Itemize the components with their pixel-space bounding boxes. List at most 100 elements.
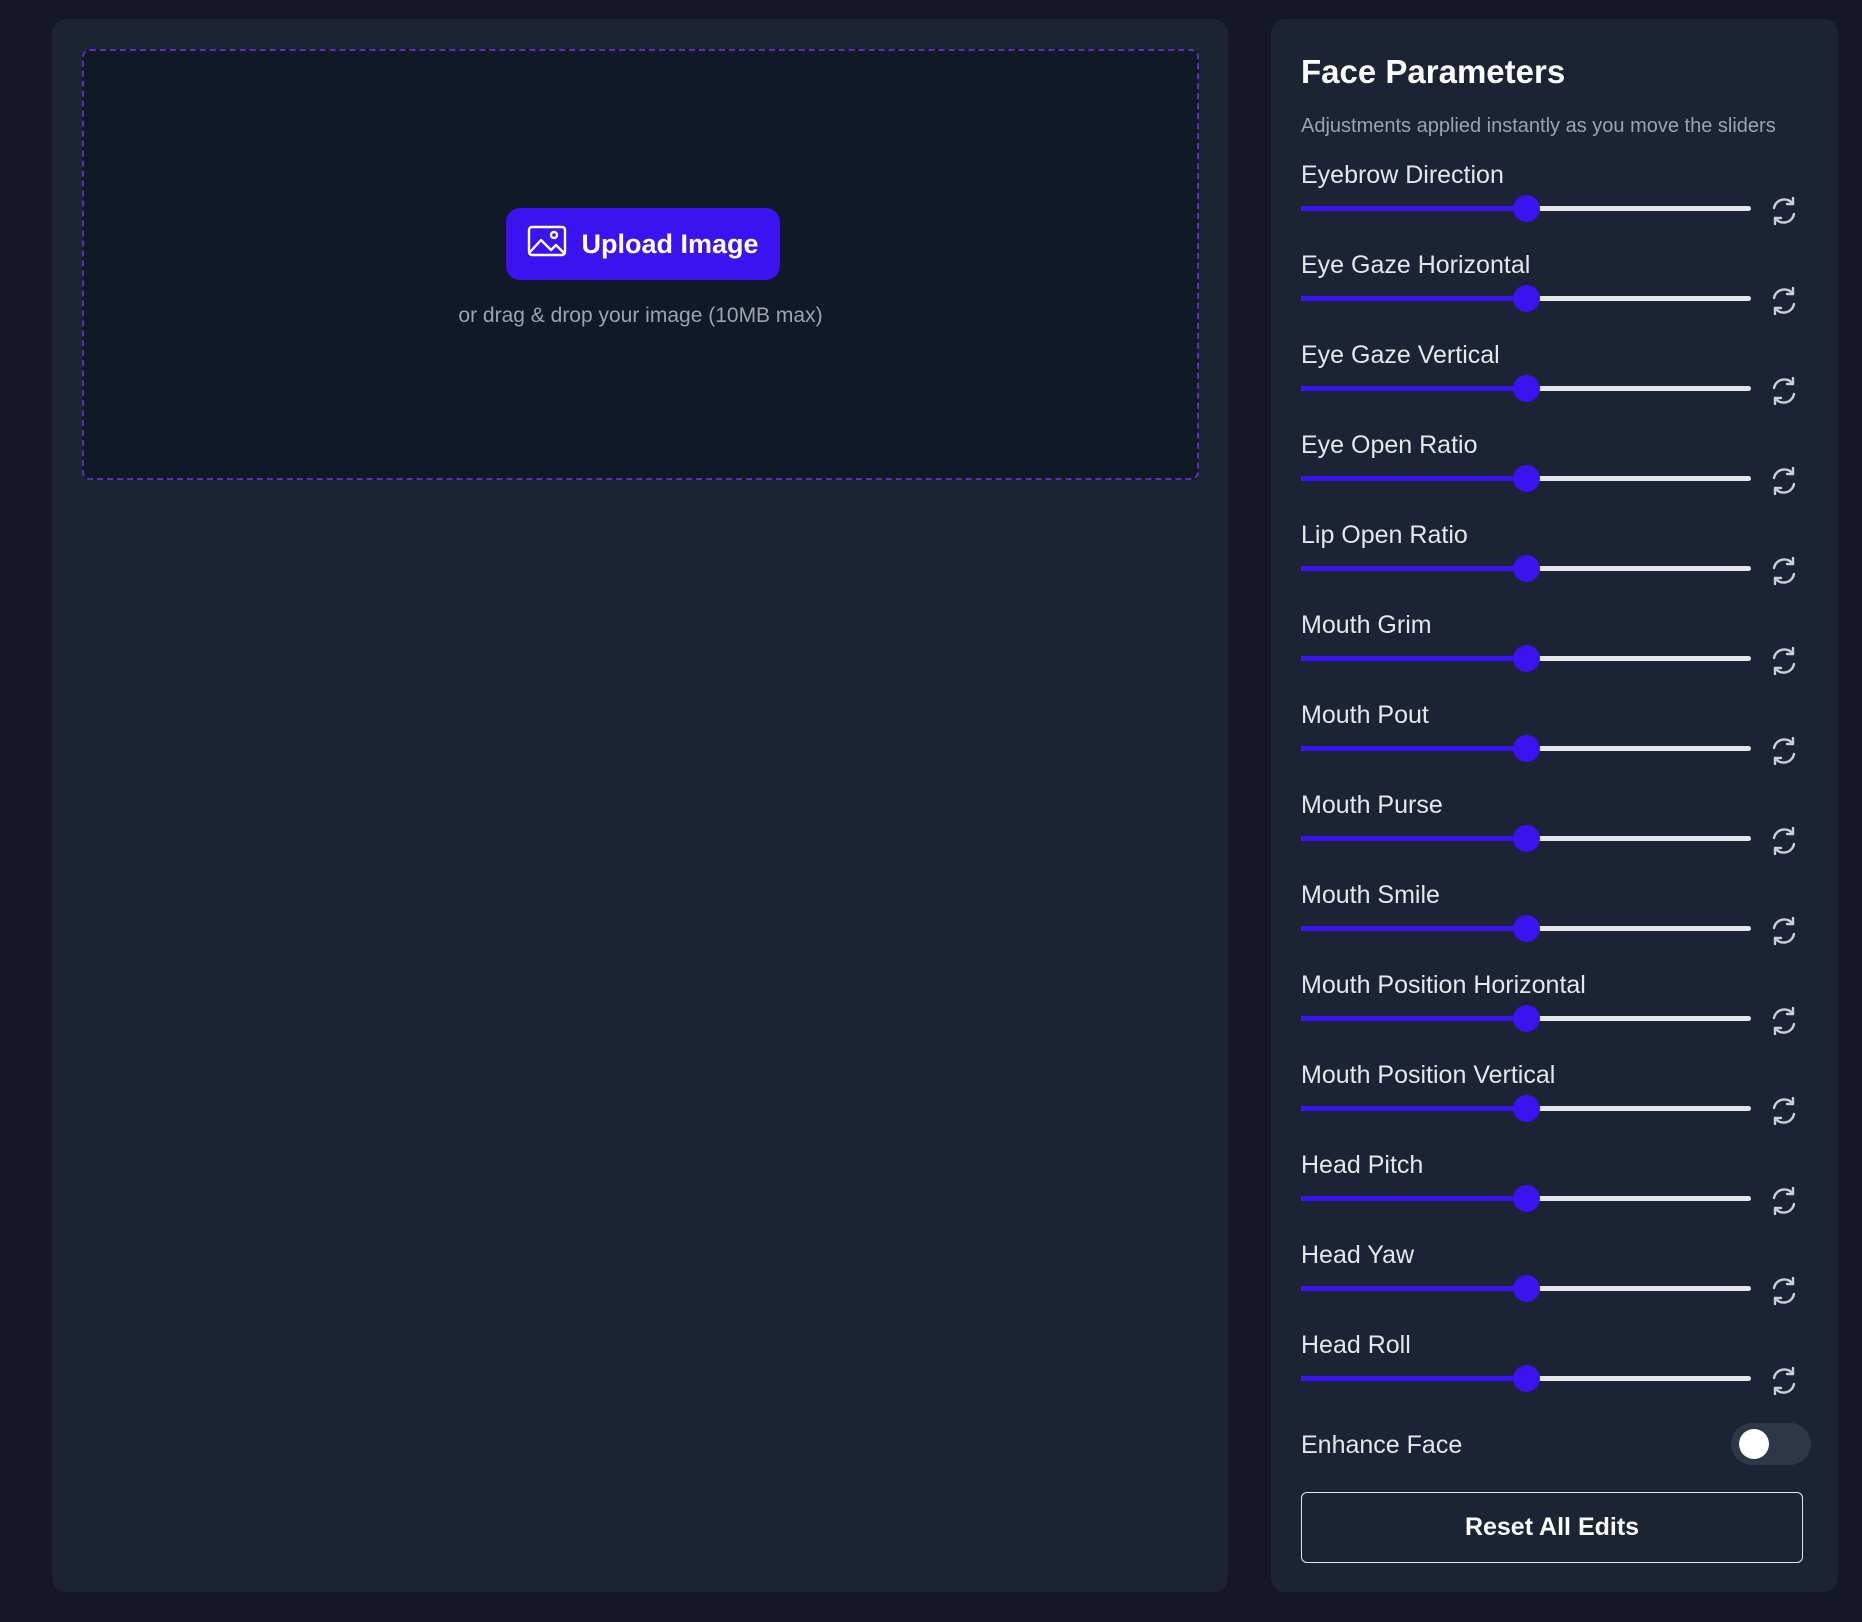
refresh-icon[interactable] <box>1768 1005 1800 1037</box>
param-row: Eye Gaze Vertical <box>1301 341 1811 431</box>
slider-fill <box>1301 836 1526 841</box>
param-row: Lip Open Ratio <box>1301 521 1811 611</box>
param-slider[interactable] <box>1301 735 1751 762</box>
slider-thumb[interactable] <box>1513 1365 1540 1392</box>
slider-thumb[interactable] <box>1513 375 1540 402</box>
slider-thumb[interactable] <box>1513 195 1540 222</box>
refresh-icon[interactable] <box>1768 915 1800 947</box>
slider-fill <box>1301 476 1526 481</box>
param-slider[interactable] <box>1301 465 1751 492</box>
refresh-icon[interactable] <box>1768 735 1800 767</box>
param-row: Mouth Position Vertical <box>1301 1061 1811 1151</box>
toggle-knob <box>1739 1429 1769 1459</box>
param-slider[interactable] <box>1301 1275 1751 1302</box>
param-row: Eye Gaze Horizontal <box>1301 251 1811 341</box>
image-dropzone[interactable]: Upload Image or drag & drop your image (… <box>82 49 1199 480</box>
param-row: Mouth Position Horizontal <box>1301 971 1811 1061</box>
param-slider[interactable] <box>1301 195 1751 222</box>
upload-image-button[interactable]: Upload Image <box>506 208 780 280</box>
refresh-icon[interactable] <box>1768 825 1800 857</box>
refresh-icon[interactable] <box>1768 1185 1800 1217</box>
param-label: Eye Open Ratio <box>1301 431 1478 459</box>
slider-fill <box>1301 296 1526 301</box>
param-label: Head Yaw <box>1301 1241 1415 1269</box>
param-label: Head Pitch <box>1301 1151 1424 1179</box>
slider-thumb[interactable] <box>1513 1005 1540 1032</box>
slider-thumb[interactable] <box>1513 1275 1540 1302</box>
enhance-face-row: Enhance Face <box>1301 1423 1811 1467</box>
image-icon <box>527 225 567 264</box>
slider-fill <box>1301 1106 1526 1111</box>
slider-fill <box>1301 1286 1526 1291</box>
param-slider[interactable] <box>1301 825 1751 852</box>
refresh-icon[interactable] <box>1768 465 1800 497</box>
param-slider[interactable] <box>1301 1005 1751 1032</box>
enhance-face-label: Enhance Face <box>1301 1431 1463 1459</box>
refresh-icon[interactable] <box>1768 645 1800 677</box>
param-row: Eye Open Ratio <box>1301 431 1811 521</box>
param-slider[interactable] <box>1301 375 1751 402</box>
param-label: Eye Gaze Horizontal <box>1301 251 1531 279</box>
slider-fill <box>1301 1376 1526 1381</box>
refresh-icon[interactable] <box>1768 375 1800 407</box>
param-label: Head Roll <box>1301 1331 1411 1359</box>
refresh-icon[interactable] <box>1768 1275 1800 1307</box>
refresh-icon[interactable] <box>1768 195 1800 227</box>
param-slider[interactable] <box>1301 1365 1751 1392</box>
param-row: Mouth Pout <box>1301 701 1811 791</box>
param-label: Eye Gaze Vertical <box>1301 341 1500 369</box>
slider-thumb[interactable] <box>1513 1095 1540 1122</box>
slider-fill <box>1301 746 1526 751</box>
param-row: Mouth Purse <box>1301 791 1811 881</box>
refresh-icon[interactable] <box>1768 285 1800 317</box>
param-label: Mouth Grim <box>1301 611 1432 639</box>
param-label: Mouth Pout <box>1301 701 1429 729</box>
enhance-face-toggle[interactable] <box>1731 1423 1811 1465</box>
slider-fill <box>1301 926 1526 931</box>
reset-all-edits-button[interactable]: Reset All Edits <box>1301 1492 1803 1563</box>
slider-thumb[interactable] <box>1513 465 1540 492</box>
slider-thumb[interactable] <box>1513 1185 1540 1212</box>
param-label: Eyebrow Direction <box>1301 161 1504 189</box>
parameter-list: Eyebrow Direction Eye Gaze Horizontal Eye … <box>1301 161 1811 1421</box>
param-row: Mouth Grim <box>1301 611 1811 701</box>
refresh-icon[interactable] <box>1768 1095 1800 1127</box>
param-slider[interactable] <box>1301 1185 1751 1212</box>
param-label: Mouth Smile <box>1301 881 1440 909</box>
param-row: Head Yaw <box>1301 1241 1811 1331</box>
slider-fill <box>1301 1016 1526 1021</box>
param-label: Mouth Position Vertical <box>1301 1061 1556 1089</box>
slider-thumb[interactable] <box>1513 915 1540 942</box>
param-label: Mouth Position Horizontal <box>1301 971 1586 999</box>
panel-subtitle: Adjustments applied instantly as you mov… <box>1301 115 1776 137</box>
refresh-icon[interactable] <box>1768 555 1800 587</box>
refresh-icon[interactable] <box>1768 1365 1800 1397</box>
slider-fill <box>1301 656 1526 661</box>
param-slider[interactable] <box>1301 285 1751 312</box>
app-page: Upload Image or drag & drop your image (… <box>0 0 1862 1622</box>
slider-fill <box>1301 1196 1526 1201</box>
param-row: Head Pitch <box>1301 1151 1811 1241</box>
slider-thumb[interactable] <box>1513 555 1540 582</box>
param-slider[interactable] <box>1301 645 1751 672</box>
param-slider[interactable] <box>1301 915 1751 942</box>
slider-fill <box>1301 566 1526 571</box>
param-row: Head Roll <box>1301 1331 1811 1421</box>
param-slider[interactable] <box>1301 1095 1751 1122</box>
face-parameters-panel: Face Parameters Adjustments applied inst… <box>1271 19 1838 1592</box>
image-panel: Upload Image or drag & drop your image (… <box>52 19 1228 1592</box>
slider-thumb[interactable] <box>1513 735 1540 762</box>
param-label: Lip Open Ratio <box>1301 521 1468 549</box>
slider-thumb[interactable] <box>1513 285 1540 312</box>
slider-thumb[interactable] <box>1513 645 1540 672</box>
param-slider[interactable] <box>1301 555 1751 582</box>
panel-title: Face Parameters <box>1301 53 1566 90</box>
slider-fill <box>1301 386 1526 391</box>
param-label: Mouth Purse <box>1301 791 1443 819</box>
slider-fill <box>1301 206 1526 211</box>
upload-image-label: Upload Image <box>581 228 759 259</box>
param-row: Eyebrow Direction <box>1301 161 1811 251</box>
slider-thumb[interactable] <box>1513 825 1540 852</box>
param-row: Mouth Smile <box>1301 881 1811 971</box>
drop-hint: or drag & drop your image (10MB max) <box>458 304 823 327</box>
